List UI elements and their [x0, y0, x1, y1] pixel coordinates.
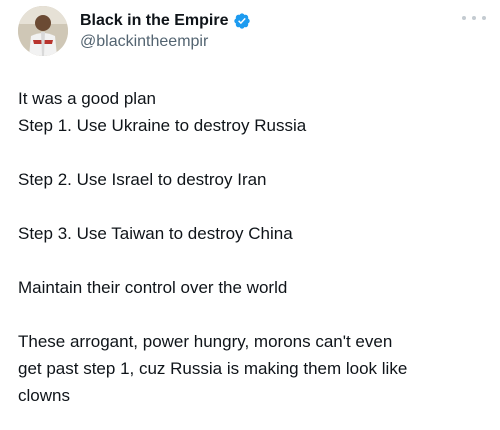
handle[interactable]: @blackintheempir: [80, 33, 251, 51]
tweet-line: Step 2. Use Israel to destroy Iran: [18, 170, 267, 189]
tweet-header: Black in the Empire @blackintheempir: [18, 6, 488, 58]
tweet-line: get past step 1, cuz Russia is making th…: [18, 359, 408, 378]
avatar-image: [18, 6, 68, 56]
tweet-line: These arrogant, power hungry, morons can…: [18, 332, 393, 351]
more-dot: [482, 16, 486, 20]
avatar[interactable]: [18, 6, 68, 56]
tweet-line: It was a good plan: [18, 89, 156, 108]
tweet-line: clowns: [18, 386, 70, 405]
more-dot: [472, 16, 476, 20]
more-dot: [462, 16, 466, 20]
verified-badge-icon: [233, 12, 251, 30]
author-names: Black in the Empire @blackintheempir: [80, 11, 251, 51]
tweet-line: Step 1. Use Ukraine to destroy Russia: [18, 116, 307, 135]
more-options-icon[interactable]: [462, 10, 486, 26]
tweet-line: Step 3. Use Taiwan to destroy China: [18, 224, 293, 243]
tweet-card: Black in the Empire @blackintheempir It …: [0, 0, 500, 430]
display-name[interactable]: Black in the Empire: [80, 12, 229, 30]
tweet-text: It was a good plan Step 1. Use Ukraine t…: [18, 85, 488, 409]
display-name-row: Black in the Empire: [80, 11, 251, 31]
tweet-line: Maintain their control over the world: [18, 278, 288, 297]
